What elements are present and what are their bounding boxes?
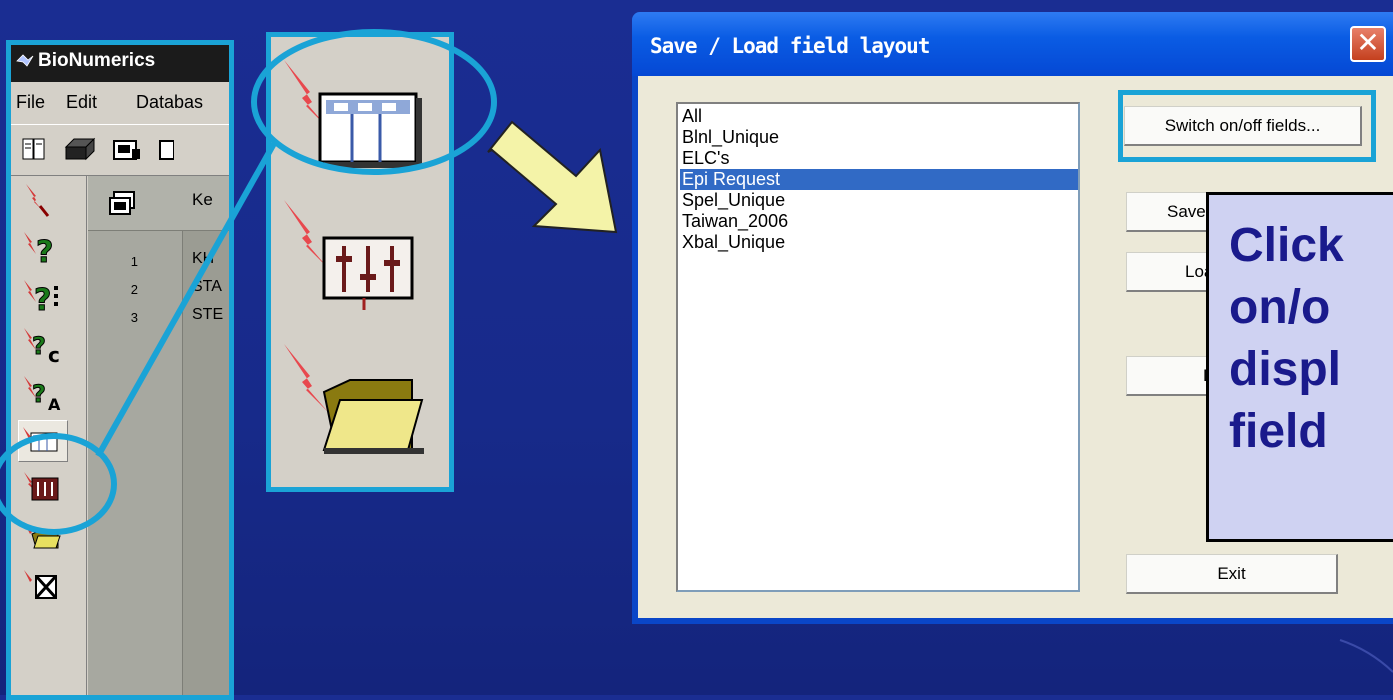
callout-line: Click (1229, 219, 1344, 272)
callout-line: on/o (1229, 281, 1331, 334)
list-item[interactable]: Xbal_Unique (680, 232, 1078, 253)
callout-line: displ (1229, 343, 1342, 396)
exit-label: Exit (1217, 564, 1246, 583)
layout-list[interactable]: All Blnl_Unique ELC's Epi Request Spel_U… (676, 102, 1080, 592)
list-item[interactable]: Spel_Unique (680, 190, 1078, 211)
dialog-titlebar: Save / Load field layout ✕ (632, 12, 1393, 76)
close-icon: ✕ (1356, 26, 1380, 59)
list-item[interactable]: Taiwan_2006 (680, 211, 1078, 232)
save-label: Save (1167, 202, 1206, 221)
list-item[interactable]: ELC's (680, 148, 1078, 169)
close-button[interactable]: ✕ (1350, 26, 1386, 62)
right-arrow-icon (487, 120, 618, 234)
app-highlight-frame (6, 40, 234, 700)
exit-button[interactable]: Exit (1126, 554, 1338, 594)
dialog-title: Save / Load field layout (650, 34, 930, 58)
decorative-curve (1339, 639, 1393, 673)
zoom-highlight-frame (266, 32, 454, 492)
list-item[interactable]: Blnl_Unique (680, 127, 1078, 148)
list-item-selected[interactable]: Epi Request (680, 169, 1078, 190)
instruction-callout: Click on/o displ field (1206, 192, 1393, 542)
switch-button-highlight-frame (1118, 90, 1376, 162)
list-item[interactable]: All (680, 106, 1078, 127)
callout-line: field (1229, 405, 1328, 458)
